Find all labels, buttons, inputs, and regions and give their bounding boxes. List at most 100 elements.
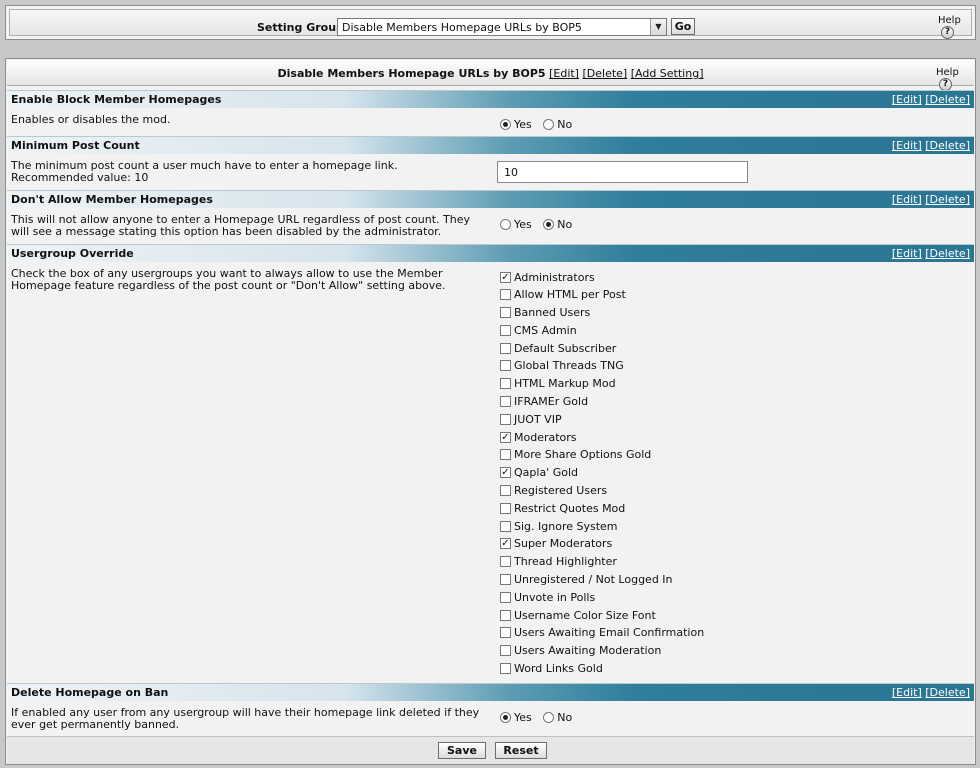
chevron-down-icon[interactable]: ▼: [650, 19, 666, 35]
section-description: If enabled any user from any usergroup w…: [11, 706, 480, 731]
usergroup-label: Allow HTML per Post: [514, 288, 626, 302]
usergroup-label: Super Moderators: [514, 537, 613, 551]
form-footer: Save Reset: [7, 736, 974, 764]
setting-group-label: Setting Group: [257, 21, 344, 34]
section-edit-link[interactable]: [Edit]: [892, 93, 922, 106]
usergroup-item: Thread Highlighter: [500, 555, 704, 573]
top-help-link[interactable]: Help?: [938, 15, 971, 39]
delete-on-ban-radio-group: Yes No: [500, 710, 580, 724]
usergroup-label: Sig. Ignore System: [514, 519, 618, 533]
section-edit-link[interactable]: [Edit]: [892, 247, 922, 260]
usergroup-label: Moderators: [514, 430, 577, 444]
usergroup-checkbox[interactable]: [500, 663, 511, 675]
checkmark-icon: ✓: [501, 271, 510, 283]
usergroup-label: Qapla' Gold: [514, 466, 578, 480]
usergroup-item: Users Awaiting Email Confirmation: [500, 626, 704, 644]
usergroup-label: Username Color Size Font: [514, 608, 656, 622]
dont-allow-no-radio[interactable]: [543, 218, 555, 230]
section-delete-link[interactable]: [Delete]: [925, 193, 970, 206]
usergroup-checkbox[interactable]: [500, 360, 511, 372]
reset-button[interactable]: Reset: [495, 742, 547, 759]
enable-block-radio-group: Yes No: [500, 117, 580, 131]
top-help-label: Help: [938, 15, 961, 26]
usergroup-label: More Share Options Gold: [514, 448, 652, 462]
radio-label-yes: Yes: [514, 117, 532, 131]
checkmark-icon: ✓: [501, 467, 510, 479]
dont-allow-radio-group: Yes No: [500, 217, 580, 231]
section-name: Minimum Post Count: [11, 139, 140, 152]
usergroup-checkbox[interactable]: [500, 378, 511, 390]
section-delete-link[interactable]: [Delete]: [925, 686, 970, 699]
usergroup-checkbox[interactable]: [500, 413, 511, 425]
usergroup-checkbox[interactable]: [500, 591, 511, 603]
usergroup-checkbox[interactable]: [500, 342, 511, 354]
save-button[interactable]: Save: [438, 742, 486, 759]
section-name: Usergroup Override: [11, 247, 134, 260]
usergroup-item: Sig. Ignore System: [500, 519, 704, 537]
setting-group-value: Disable Members Homepage URLs by BOP5: [342, 21, 582, 34]
usergroup-checkbox[interactable]: [500, 289, 511, 301]
section-header-usergroup-override: Usergroup Override [Edit] [Delete]: [7, 244, 974, 262]
usergroup-item: ✓ Moderators: [500, 430, 704, 448]
section-description: The minimum post count a user much have …: [11, 160, 486, 184]
delete-on-ban-no-radio[interactable]: [543, 711, 555, 723]
section-delete-link[interactable]: [Delete]: [925, 247, 970, 260]
usergroup-checkbox[interactable]: [500, 645, 511, 657]
usergroup-item: More Share Options Gold: [500, 448, 704, 466]
section-edit-link[interactable]: [Edit]: [892, 193, 922, 206]
usergroup-checkbox[interactable]: [500, 574, 511, 586]
usergroup-label: Unregistered / Not Logged In: [514, 573, 673, 587]
usergroup-checkbox[interactable]: [500, 556, 511, 568]
usergroup-label: Unvote in Polls: [514, 590, 596, 604]
usergroup-checkbox[interactable]: ✓: [500, 431, 511, 443]
usergroup-item: Username Color Size Font: [500, 608, 704, 626]
panel-delete-link[interactable]: [Delete]: [582, 67, 627, 80]
usergroup-item: Global Threads TNG: [500, 359, 704, 377]
usergroup-checkbox[interactable]: [500, 520, 511, 532]
section-header-enable-block: Enable Block Member Homepages [Edit] [De…: [7, 90, 974, 108]
usergroup-checkbox[interactable]: ✓: [500, 467, 511, 479]
enable-block-no-radio[interactable]: [543, 118, 555, 130]
usergroup-checkbox[interactable]: [500, 307, 511, 319]
usergroup-checkbox[interactable]: ✓: [500, 271, 511, 283]
help-icon[interactable]: ?: [941, 26, 954, 39]
panel-title: Disable Members Homepage URLs by BOP5: [277, 67, 546, 80]
panel-help-link[interactable]: Help?: [936, 67, 974, 91]
usergroup-checkbox[interactable]: [500, 609, 511, 621]
radio-label-yes: Yes: [514, 710, 532, 724]
usergroup-item: ✓ Super Moderators: [500, 537, 704, 555]
usergroup-checkbox[interactable]: [500, 485, 511, 497]
usergroup-checkbox[interactable]: ✓: [500, 538, 511, 550]
usergroup-label: JUOT VIP: [514, 412, 562, 426]
usergroup-item: CMS Admin: [500, 323, 704, 341]
section-edit-link[interactable]: [Edit]: [892, 139, 922, 152]
section-delete-link[interactable]: [Delete]: [925, 139, 970, 152]
usergroup-checkbox[interactable]: [500, 449, 511, 461]
usergroup-checkbox[interactable]: [500, 502, 511, 514]
usergroup-checkbox[interactable]: [500, 627, 511, 639]
checkmark-icon: ✓: [501, 538, 510, 550]
usergroup-label: CMS Admin: [514, 323, 577, 337]
enable-block-yes-radio[interactable]: [500, 118, 511, 130]
section-links: [Edit] [Delete]: [892, 247, 970, 260]
panel-edit-link[interactable]: [Edit]: [549, 67, 579, 80]
min-post-count-input[interactable]: 10: [497, 161, 748, 183]
section-delete-link[interactable]: [Delete]: [925, 93, 970, 106]
section-edit-link[interactable]: [Edit]: [892, 686, 922, 699]
dont-allow-yes-radio[interactable]: [500, 218, 511, 230]
usergroup-label: HTML Markup Mod: [514, 377, 616, 391]
radio-label-no: No: [557, 117, 573, 131]
usergroup-label: Registered Users: [514, 484, 608, 498]
panel-add-setting-link[interactable]: [Add Setting]: [631, 67, 704, 80]
delete-on-ban-yes-radio[interactable]: [500, 711, 511, 723]
usergroup-label: Restrict Quotes Mod: [514, 501, 626, 515]
usergroup-label: Administrators: [514, 270, 595, 284]
section-links: [Edit] [Delete]: [892, 193, 970, 206]
go-button[interactable]: Go: [671, 18, 695, 35]
usergroup-checkbox[interactable]: [500, 396, 511, 408]
radio-label-yes: Yes: [514, 217, 532, 231]
setting-group-select[interactable]: Disable Members Homepage URLs by BOP5 ▼: [337, 18, 667, 36]
usergroup-label: Global Threads TNG: [514, 359, 624, 373]
usergroup-checkbox[interactable]: [500, 324, 511, 336]
usergroup-label: Users Awaiting Moderation: [514, 644, 662, 658]
